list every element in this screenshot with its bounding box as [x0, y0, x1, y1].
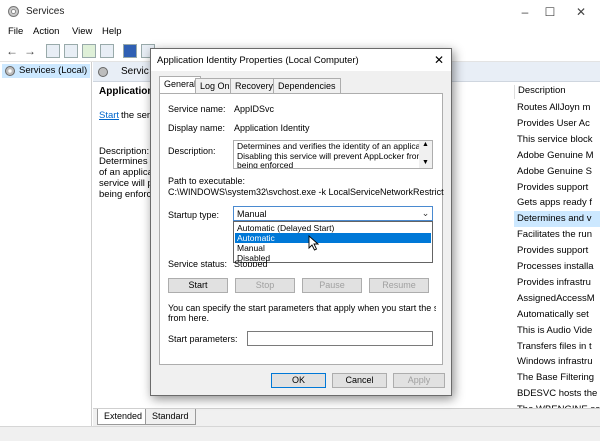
service-description-cell[interactable]: Facilitates the run	[514, 227, 600, 243]
service-description-cell[interactable]: Windows infrastru	[514, 354, 600, 370]
extended-desc-line: of an applica	[99, 167, 153, 178]
tab-dependencies[interactable]: Dependencies	[273, 78, 341, 93]
service-description-cell[interactable]: Routes AllJoyn m	[514, 100, 600, 116]
description-line: Determines and verifies the identity of …	[237, 142, 420, 151]
help-icon[interactable]	[123, 44, 137, 58]
service-description-cell[interactable]: The Base Filtering	[514, 370, 600, 386]
description-line: being enforced	[237, 161, 294, 169]
service-description-cell[interactable]: Adobe Genuine S	[514, 164, 600, 180]
close-button[interactable]: ✕	[566, 2, 596, 22]
tree-pane: Services (Local)	[0, 62, 92, 426]
description-textbox[interactable]: Determines and verifies the identity of …	[233, 140, 433, 169]
menu-help[interactable]: Help	[102, 26, 122, 37]
description-line: Disabling this service will prevent AppL…	[237, 151, 420, 161]
service-description-cell[interactable]: Provides support	[514, 180, 600, 196]
path-value: C:\WINDOWS\system32\svchost.exe -k Local…	[168, 187, 444, 197]
services-app-icon	[7, 5, 20, 18]
menu-action[interactable]: Action	[33, 26, 59, 37]
extended-desc-line: being enforc	[99, 189, 152, 200]
service-description-cell[interactable]: Transfers files in t	[514, 339, 600, 355]
apply-button[interactable]: Apply	[393, 373, 445, 388]
service-description-cell[interactable]: Determines and v	[514, 211, 600, 228]
service-description-cell[interactable]: Automatically set	[514, 307, 600, 323]
show-tree-icon[interactable]	[46, 44, 60, 58]
export-list-icon[interactable]	[100, 44, 114, 58]
service-name-label: Service name:	[168, 104, 226, 114]
startup-option-manual[interactable]: Manual	[235, 243, 431, 253]
chevron-down-icon[interactable]: ⌄	[419, 207, 432, 220]
startup-type-select[interactable]: Manual	[233, 206, 433, 221]
startup-type-dropdown-list: Automatic (Delayed Start) Automatic Manu…	[233, 221, 433, 263]
services-header-icon	[97, 66, 109, 78]
display-name-label: Display name:	[168, 123, 226, 133]
tree-item-services-local[interactable]: Services (Local)	[2, 64, 90, 78]
startup-type-label: Startup type:	[168, 210, 220, 220]
refresh-icon[interactable]	[82, 44, 96, 58]
services-header-title: Servic	[121, 66, 149, 77]
service-name-value: AppIDSvc	[234, 104, 275, 114]
forward-arrow-icon[interactable]: →	[24, 44, 38, 58]
window-title: Services	[26, 6, 65, 17]
dialog-close-button[interactable]: ✕	[429, 51, 449, 69]
status-bar	[0, 426, 600, 441]
tab-extended[interactable]: Extended	[97, 409, 150, 425]
tab-log-on[interactable]: Log On	[195, 78, 235, 93]
service-description-cell[interactable]: BDESVC hosts the	[514, 386, 600, 402]
service-description-cell[interactable]: Provides infrastru	[514, 275, 600, 291]
start-params-hint: from here.	[168, 313, 210, 323]
service-description-cell[interactable]: Adobe Genuine M	[514, 148, 600, 164]
stop-button[interactable]: Stop	[235, 278, 295, 293]
service-description-cell[interactable]: This service block	[514, 132, 600, 148]
description-label: Description:	[168, 146, 216, 156]
service-description-cell[interactable]: AssignedAccessM	[514, 291, 600, 307]
start-service-link[interactable]: Start	[99, 110, 119, 121]
service-status-value: Stopped	[234, 259, 268, 267]
description-scrollbar[interactable]: ▲ ▼	[419, 141, 432, 168]
start-params-input[interactable]	[247, 331, 433, 346]
service-description-cell[interactable]: This is Audio Vide	[514, 323, 600, 339]
tab-recovery[interactable]: Recovery	[230, 78, 279, 93]
scroll-down-icon[interactable]: ▼	[422, 159, 429, 166]
service-description-cell[interactable]: Provides support	[514, 243, 600, 259]
description-column-header[interactable]: Description	[514, 85, 600, 99]
start-params-hint: You can specify the start parameters tha…	[168, 303, 436, 313]
tree-item-label: Services (Local)	[19, 65, 88, 76]
dialog-titlebar: Application Identity Properties (Local C…	[151, 49, 451, 71]
mouse-pointer-icon	[308, 234, 320, 251]
resume-button[interactable]: Resume	[369, 278, 429, 293]
startup-option-delayed[interactable]: Automatic (Delayed Start)	[235, 223, 431, 233]
properties-icon[interactable]	[64, 44, 78, 58]
ok-button[interactable]: OK	[271, 373, 326, 388]
extended-desc-line: service will p	[99, 178, 153, 189]
start-button[interactable]: Start	[168, 278, 228, 293]
maximize-button[interactable]: ☐	[535, 2, 565, 22]
dialog-title: Application Identity Properties (Local C…	[157, 55, 359, 66]
menu-file[interactable]: File	[8, 26, 23, 37]
service-description-cell[interactable]: Gets apps ready f	[514, 195, 600, 211]
menu-view[interactable]: View	[72, 26, 92, 37]
selected-service-name: Application	[99, 86, 154, 97]
service-description-cell[interactable]: Processes installa	[514, 259, 600, 275]
extended-desc-line: Determines a	[99, 156, 156, 167]
tab-standard[interactable]: Standard	[145, 409, 196, 425]
service-description-cell[interactable]: Provides User Ac	[514, 116, 600, 132]
view-tabs: Extended Standard	[93, 408, 600, 426]
startup-option-automatic[interactable]: Automatic	[235, 233, 431, 243]
back-arrow-icon[interactable]: ←	[6, 44, 20, 58]
services-gear-icon	[4, 65, 16, 77]
cancel-button[interactable]: Cancel	[332, 373, 387, 388]
menu-bar: File Action View Help	[0, 24, 600, 40]
properties-dialog: Application Identity Properties (Local C…	[150, 48, 452, 396]
pause-button[interactable]: Pause	[302, 278, 362, 293]
scroll-up-icon[interactable]: ▲	[422, 141, 429, 148]
start-params-label: Start parameters:	[168, 334, 238, 344]
service-status-label: Service status:	[168, 259, 228, 269]
path-label: Path to executable:	[168, 176, 246, 186]
window-titlebar: Services – ☐ ✕	[0, 0, 600, 24]
display-name-value: Application Identity	[234, 123, 310, 133]
